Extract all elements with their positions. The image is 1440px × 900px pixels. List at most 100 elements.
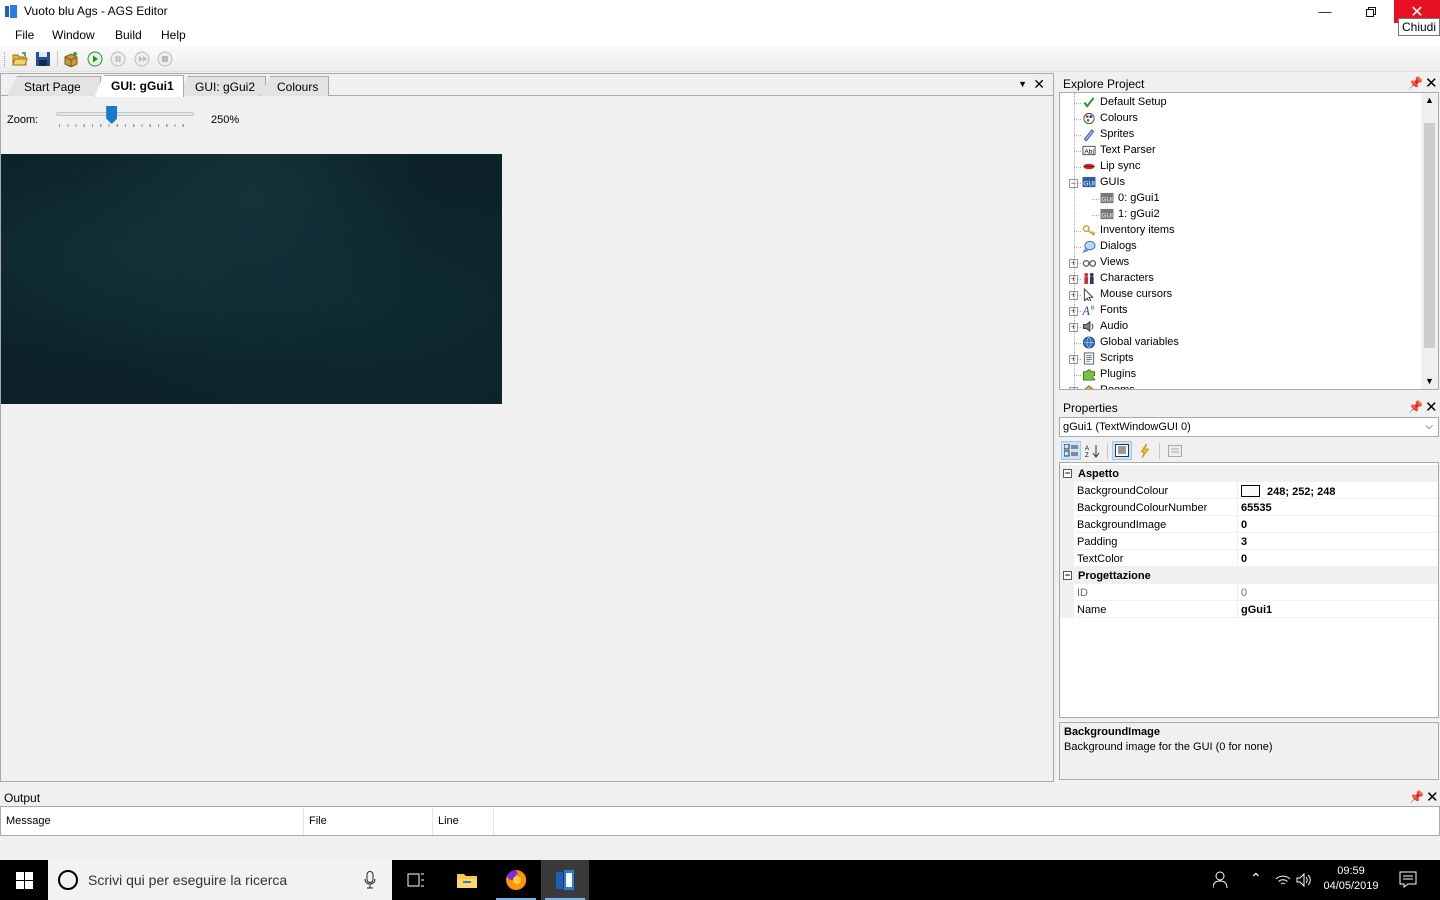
start-button[interactable]: [0, 860, 48, 900]
tree-item-dialogs[interactable]: Dialogs: [1082, 239, 1380, 255]
microphone-icon[interactable]: [364, 871, 376, 889]
property-row-backgroundcolour[interactable]: BackgroundColour 248; 252; 248: [1060, 482, 1438, 499]
property-value-cell[interactable]: 3: [1239, 533, 1438, 550]
property-row-backgroundimage[interactable]: BackgroundImage 0: [1060, 516, 1438, 533]
property-value-cell[interactable]: 0: [1239, 584, 1438, 601]
tab-colours[interactable]: Colours: [260, 76, 329, 96]
categorized-view-button[interactable]: [1061, 441, 1081, 460]
tree-item-sprites[interactable]: Sprites: [1082, 127, 1380, 143]
property-value-cell[interactable]: 248; 252; 248: [1239, 482, 1438, 499]
tree-item-label: Mouse cursors: [1100, 288, 1173, 300]
tree-item-scripts[interactable]: Scripts: [1082, 351, 1380, 367]
scroll-down-icon[interactable]: ▼: [1425, 376, 1434, 386]
category-label: Progettazione: [1078, 570, 1151, 582]
menu-file[interactable]: File: [15, 28, 34, 42]
tree-scrollbar[interactable]: ▲ ▼: [1421, 93, 1438, 389]
property-value-cell[interactable]: 0: [1239, 550, 1438, 567]
run-icon[interactable]: [87, 51, 103, 67]
column-header-file[interactable]: File: [304, 807, 433, 835]
build-icon[interactable]: [63, 51, 79, 67]
close-panel-icon[interactable]: ✕: [1425, 398, 1438, 416]
tab-gui-ggui2[interactable]: GUI: gGui2: [178, 76, 266, 96]
column-header-line[interactable]: Line: [433, 807, 494, 835]
pin-icon[interactable]: 📌: [1408, 400, 1423, 414]
property-row-name[interactable]: Name gGui1: [1060, 601, 1438, 618]
chevron-up-icon[interactable]: ⌃: [1250, 870, 1262, 887]
output-title: Output: [4, 791, 41, 805]
clock-date: 04/05/2019: [1323, 880, 1379, 892]
tree-item-fonts[interactable]: A B Fonts: [1082, 303, 1380, 319]
tree-item-text-parser[interactable]: Ab| Text Parser: [1082, 143, 1380, 159]
close-panel-icon[interactable]: ✕: [1425, 74, 1438, 92]
taskbar-file-explorer[interactable]: [443, 860, 491, 900]
toolbar-grip[interactable]: [4, 52, 7, 67]
property-row-backgroundcolournumber[interactable]: BackgroundColourNumber 65535: [1060, 499, 1438, 516]
object-selector-dropdown[interactable]: gGui1 (TextWindowGUI 0) ⌵: [1059, 417, 1439, 437]
events-view-button[interactable]: [1135, 441, 1155, 460]
tree-item-colours[interactable]: Colours: [1082, 111, 1380, 127]
text-parser-icon: Ab|: [1082, 145, 1096, 155]
restore-button[interactable]: [1348, 0, 1394, 23]
zoom-slider-track[interactable]: [56, 112, 194, 116]
menu-help[interactable]: Help: [161, 28, 186, 42]
tree-item-global-variables[interactable]: Global variables: [1082, 335, 1380, 351]
tree-item-audio[interactable]: Audio: [1082, 319, 1380, 335]
volume-icon[interactable]: [1296, 873, 1312, 887]
save-icon[interactable]: [35, 51, 51, 67]
tab-list-dropdown-icon[interactable]: ▼: [1018, 79, 1027, 89]
windows-taskbar: Scrivi qui per eseguire la ricerca ⌃ 09:…: [0, 860, 1440, 900]
tree-item-label: Fonts: [1100, 304, 1128, 316]
taskbar-clock[interactable]: 09:59 04/05/2019: [1316, 864, 1386, 894]
property-value-cell[interactable]: 65535: [1239, 499, 1438, 516]
taskbar-ags-editor[interactable]: [541, 860, 589, 900]
tree-item-mouse-cursors[interactable]: Mouse cursors: [1082, 287, 1380, 303]
menu-build[interactable]: Build: [115, 28, 142, 42]
open-icon[interactable]: [12, 51, 28, 67]
tree-item-views[interactable]: Views: [1082, 255, 1380, 271]
zoom-slider-thumb[interactable]: [106, 106, 118, 124]
tree-item-default-setup[interactable]: Default Setup: [1082, 95, 1380, 111]
property-value-cell[interactable]: 0: [1239, 516, 1438, 533]
pin-icon[interactable]: 📌: [1409, 790, 1424, 804]
people-icon[interactable]: [1213, 871, 1229, 889]
tree-item-0-ggui1[interactable]: GUI 0: gGui1: [1100, 191, 1380, 207]
tab-start-page[interactable]: Start Page: [7, 76, 101, 96]
properties-view-button[interactable]: [1112, 441, 1132, 460]
tree-item-1-ggui2[interactable]: GUI 1: gGui2: [1100, 207, 1380, 223]
alphabetical-view-button[interactable]: AZ: [1083, 441, 1103, 460]
tree-item-plugins[interactable]: Plugins: [1082, 367, 1380, 383]
svg-text:GUI: GUI: [1083, 180, 1095, 187]
wifi-icon[interactable]: [1275, 874, 1291, 886]
property-category[interactable]: − Aspetto: [1060, 465, 1438, 482]
scrollbar-thumb[interactable]: [1424, 123, 1435, 348]
property-name: ID: [1076, 584, 1238, 601]
property-grid: − Aspetto BackgroundColour 248; 252; 248 Bac…: [1059, 462, 1439, 718]
close-tab-icon[interactable]: ✕: [1033, 76, 1045, 93]
svg-text:GUI: GUI: [1101, 212, 1113, 219]
pin-icon[interactable]: 📌: [1408, 76, 1423, 90]
property-value-cell[interactable]: gGui1: [1239, 601, 1438, 618]
scroll-up-icon[interactable]: ▲: [1425, 95, 1434, 105]
tree-item-characters[interactable]: Characters: [1082, 271, 1380, 287]
property-row-textcolor[interactable]: TextColor 0: [1060, 550, 1438, 567]
collapse-icon[interactable]: −: [1063, 469, 1072, 478]
property-category[interactable]: − Progettazione: [1060, 567, 1438, 584]
column-header-message[interactable]: Message: [1, 807, 304, 835]
taskbar-search-box[interactable]: Scrivi qui per eseguire la ricerca: [48, 860, 392, 900]
task-view-button[interactable]: [392, 860, 440, 900]
tab-gui-ggui1[interactable]: GUI: gGui1: [94, 75, 184, 97]
menu-window[interactable]: Window: [52, 28, 95, 42]
property-row-padding[interactable]: Padding 3: [1060, 533, 1438, 550]
gui-preview-canvas[interactable]: [1, 154, 502, 404]
tree-item-guis[interactable]: GUI GUIs: [1082, 175, 1380, 191]
tree-item-inventory-items[interactable]: Inventory items: [1082, 223, 1380, 239]
tree-item-rooms[interactable]: Rooms: [1082, 383, 1380, 389]
taskbar-firefox[interactable]: [492, 860, 540, 900]
collapse-icon[interactable]: −: [1063, 571, 1072, 580]
property-row-id[interactable]: ID 0: [1060, 584, 1438, 601]
notifications-icon[interactable]: [1399, 871, 1417, 888]
minimize-button[interactable]: —: [1302, 0, 1348, 23]
close-panel-icon[interactable]: ✕: [1426, 788, 1439, 806]
tree-item-lip-sync[interactable]: Lip sync: [1082, 159, 1380, 175]
window-title: Vuoto blu Ags - AGS Editor: [24, 4, 168, 18]
